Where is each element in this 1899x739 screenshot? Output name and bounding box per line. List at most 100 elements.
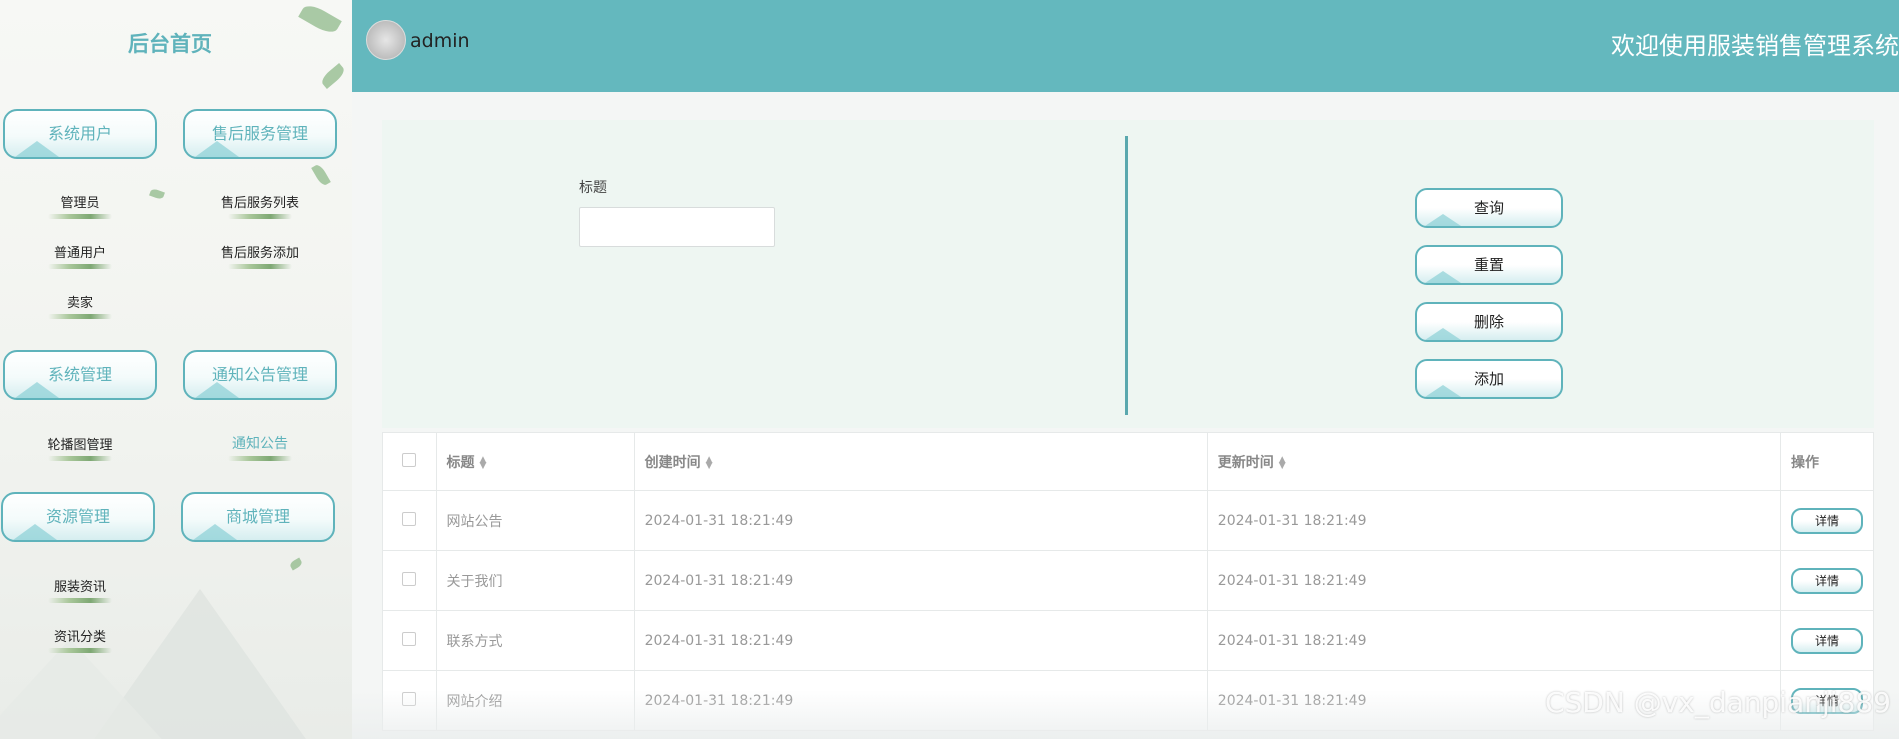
reset-button[interactable]: 重置 [1415,245,1563,285]
row-checkbox[interactable] [402,631,417,646]
column-header-label: 操作 [1790,454,1819,471]
sidebar-item-label: 通知公告 [232,436,288,452]
cell-created: 2024-01-31 18:21:49 [633,610,1208,671]
column-header-updated[interactable]: 更新时间 ▲ ▼ [1206,432,1781,491]
panel-divider [1125,136,1128,415]
brush-decoration [228,214,292,219]
brush-decoration [48,456,112,461]
column-header-label: 创建时间 [644,454,701,471]
menu-group-label: 系统管理 [47,365,112,384]
cell-title: 关于我们 [435,550,635,611]
query-button[interactable]: 查询 [1415,188,1563,228]
detail-button[interactable]: 详情 [1790,507,1863,534]
table-row: 网站公告 2024-01-31 18:21:49 2024-01-31 18:2… [382,490,1875,551]
menu-group-after-sales[interactable]: 售后服务管理 [183,109,337,159]
column-header-label: 标题 [446,454,475,471]
column-header-actions: 操作 [1779,432,1875,491]
query-button-label: 查询 [1473,199,1504,217]
title-field-label: 标题 [579,180,607,196]
cell-title: 网站公告 [435,490,635,551]
watermark: CSDN @vx_danpianji889 [1544,686,1891,719]
cell-title: 联系方式 [435,610,635,671]
sidebar-item-notice[interactable]: 通知公告 [183,433,337,461]
row-checkbox[interactable] [402,691,417,706]
table-header-row: 标题 ▲ ▼ 创建时间 ▲ ▼ 更新时间 ▲ ▼ 操作 [382,432,1875,491]
detail-button[interactable]: 详情 [1790,567,1863,594]
sidebar: 后台首页 系统用户 售后服务管理 管理员 售后服务列表 普通用户 售后服务添加 … [0,0,352,739]
cell-actions: 详情 [1779,490,1875,551]
column-header-label: 更新时间 [1217,454,1274,471]
menu-group-system-users[interactable]: 系统用户 [3,109,157,159]
row-checkbox-cell [382,550,437,611]
sidebar-item-after-sales-list[interactable]: 售后服务列表 [183,192,337,219]
sort-icon[interactable]: ▲ ▼ [1279,455,1286,470]
leaf-decoration [311,162,331,188]
menu-group-notices[interactable]: 通知公告管理 [183,350,337,400]
table-row: 关于我们 2024-01-31 18:21:49 2024-01-31 18:2… [382,550,1875,611]
sidebar-item-sellers[interactable]: 卖家 [3,292,157,319]
menu-group-system-management[interactable]: 系统管理 [3,350,157,400]
mountain-decoration [0,639,180,739]
row-checkbox-cell [382,490,437,551]
cell-actions: 详情 [1779,610,1875,671]
sidebar-item-label: 轮播图管理 [47,438,113,453]
cell-created: 2024-01-31 18:21:49 [633,550,1208,611]
delete-button-label: 删除 [1473,313,1504,331]
sidebar-item-label: 管理员 [60,196,100,211]
brush-decoration [48,214,112,219]
menu-group-label: 售后服务管理 [211,124,308,143]
cell-updated: 2024-01-31 18:21:49 [1206,610,1781,671]
sidebar-item-label: 服装资讯 [53,580,106,595]
menu-group-label: 系统用户 [47,124,112,143]
delete-button[interactable]: 删除 [1415,302,1563,342]
cell-updated: 2024-01-31 18:21:49 [1206,490,1781,551]
sidebar-item-label: 售后服务列表 [220,196,299,211]
menu-group-shop[interactable]: 商城管理 [181,492,335,542]
sidebar-item-clothing-news[interactable]: 服装资讯 [3,576,157,603]
welcome-text: 欢迎使用服装销售管理系统 [1611,32,1899,60]
top-header: admin 欢迎使用服装销售管理系统 [352,0,1899,92]
add-button[interactable]: 添加 [1415,359,1563,399]
table-row: 联系方式 2024-01-31 18:21:49 2024-01-31 18:2… [382,610,1875,671]
sidebar-item-label: 卖家 [66,296,93,311]
sort-icon[interactable]: ▲ ▼ [480,455,487,470]
sort-icon[interactable]: ▲ ▼ [706,455,713,470]
sidebar-item-carousel[interactable]: 轮播图管理 [3,434,157,461]
add-button-label: 添加 [1473,370,1504,388]
menu-group-label: 资源管理 [45,507,110,526]
brush-decoration [48,264,112,269]
brush-decoration [228,456,292,461]
row-checkbox[interactable] [402,571,417,586]
menu-group-label: 通知公告管理 [211,365,308,384]
username: admin [410,30,470,52]
row-checkbox-cell [382,670,437,731]
cell-updated: 2024-01-31 18:21:49 [1206,550,1781,611]
leaf-decoration [319,63,347,89]
cell-actions: 详情 [1779,550,1875,611]
sidebar-item-label: 资讯分类 [53,630,106,645]
sidebar-item-label: 售后服务添加 [220,246,299,261]
cell-created: 2024-01-31 18:21:49 [633,670,1208,731]
column-header-title[interactable]: 标题 ▲ ▼ [435,432,635,491]
cell-created: 2024-01-31 18:21:49 [633,490,1208,551]
reset-button-label: 重置 [1473,256,1504,274]
sidebar-item-normal-users[interactable]: 普通用户 [3,242,157,269]
avatar[interactable] [366,20,406,60]
brush-decoration [48,598,112,603]
title-search-input[interactable] [579,207,775,247]
row-checkbox[interactable] [402,511,417,526]
brush-decoration [48,648,112,653]
detail-button[interactable]: 详情 [1790,627,1863,654]
brush-decoration [48,314,112,319]
sidebar-item-after-sales-add[interactable]: 售后服务添加 [183,242,337,269]
sidebar-item-label: 普通用户 [53,246,106,261]
brush-decoration [228,264,292,269]
home-title[interactable]: 后台首页 [0,28,340,58]
menu-group-resources[interactable]: 资源管理 [1,492,155,542]
sidebar-item-news-category[interactable]: 资讯分类 [3,626,157,653]
sidebar-item-admins[interactable]: 管理员 [3,192,157,219]
select-all-cell [382,432,437,491]
menu-group-label: 商城管理 [225,507,290,526]
column-header-created[interactable]: 创建时间 ▲ ▼ [633,432,1208,491]
select-all-checkbox[interactable] [402,452,417,467]
